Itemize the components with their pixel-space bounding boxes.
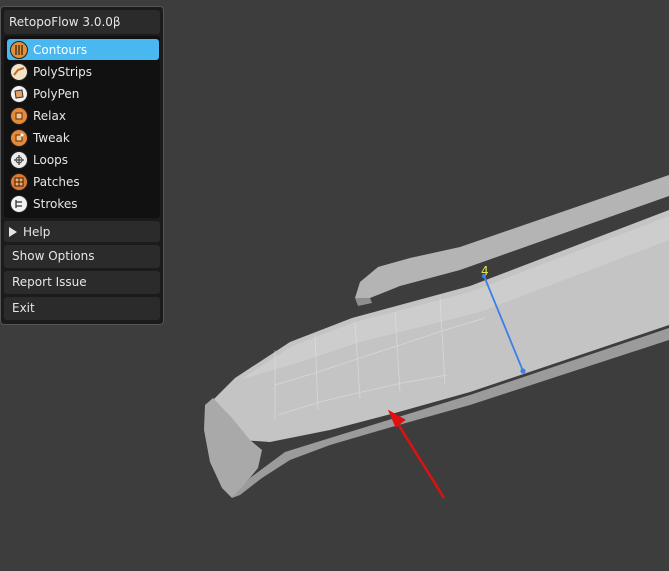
tool-label: PolyStrips (33, 64, 93, 79)
tool-label: Patches (33, 174, 80, 189)
panel-title[interactable]: RetopoFlow 3.0.0β (4, 10, 160, 34)
tool-patches[interactable]: Patches (7, 171, 159, 192)
help-label: Help (23, 224, 51, 239)
tool-label: Loops (33, 152, 69, 167)
tool-label: Tweak (33, 130, 70, 145)
tool-label: Strokes (33, 196, 78, 211)
exit-button[interactable]: Exit (4, 297, 160, 320)
tool-contours[interactable]: Contours (7, 39, 159, 60)
expand-triangle-icon (9, 226, 17, 237)
tool-strokes[interactable]: Strokes (7, 193, 159, 214)
help-toggle[interactable]: Help (4, 221, 160, 242)
loops-icon (10, 150, 28, 169)
tool-loops[interactable]: Loops (7, 149, 159, 170)
mesh-ledge-shadow (355, 298, 372, 306)
tool-tweak[interactable]: Tweak (7, 127, 159, 148)
polypen-icon (10, 84, 28, 103)
tool-relax[interactable]: Relax (7, 105, 159, 126)
strokes-icon (10, 194, 28, 213)
contours-icon (10, 40, 28, 59)
polystrips-icon (10, 62, 28, 81)
contour-count-label: 4 (481, 264, 489, 278)
contour-endpoint-bottom (520, 368, 526, 374)
report-issue-button[interactable]: Report Issue (4, 271, 160, 294)
show-options-button[interactable]: Show Options (4, 245, 160, 268)
tool-label: Relax (33, 108, 66, 123)
tweak-icon (10, 128, 28, 147)
tool-label: Contours (33, 42, 88, 57)
tool-polystrips[interactable]: PolyStrips (7, 61, 159, 82)
tool-polypen[interactable]: PolyPen (7, 83, 159, 104)
patches-icon (10, 172, 28, 191)
annotation-arrow-shaft (396, 423, 446, 499)
tool-label: PolyPen (33, 86, 80, 101)
relax-icon (10, 106, 28, 125)
tool-list: Contours PolyStrips PolyPen Relax Tweak (4, 36, 160, 218)
retopoflow-panel: RetopoFlow 3.0.0β Contours PolyStrips Po… (0, 6, 164, 325)
